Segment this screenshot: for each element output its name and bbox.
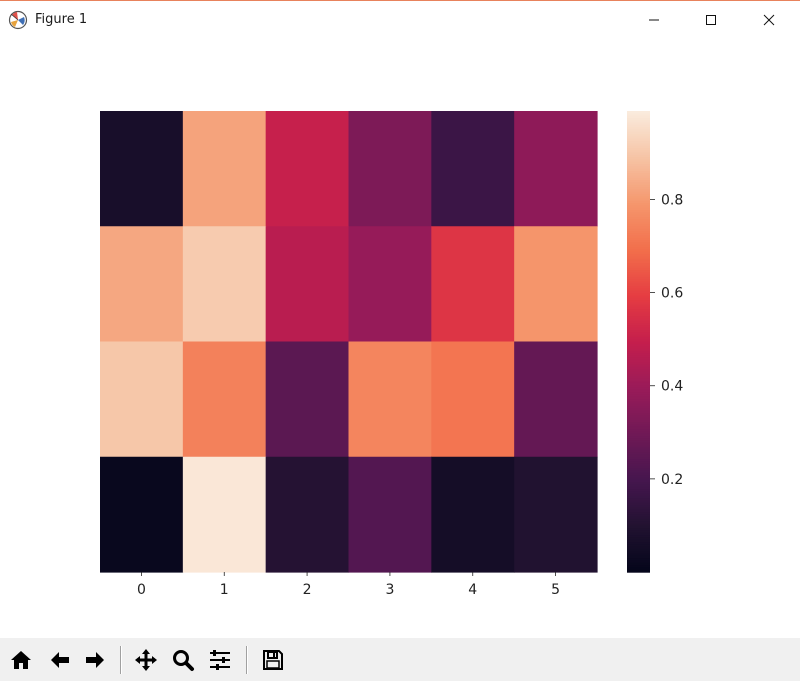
magnifier-icon (173, 650, 194, 671)
figure-canvas[interactable]: 0 1 2 3 4 5 0.2 0.4 0.6 0.8 (0, 38, 800, 638)
heatmap-cell (182, 226, 267, 343)
minimize-icon (649, 19, 659, 21)
heatmap-cell (431, 456, 515, 573)
forward-button[interactable] (80, 645, 110, 675)
colorbar-segment (627, 569, 650, 573)
home-button[interactable] (6, 645, 36, 675)
sliders-icon (210, 650, 230, 670)
maximize-button[interactable] (688, 1, 734, 39)
heatmap-cell (514, 341, 598, 458)
arrow-right-icon (86, 652, 104, 668)
maximize-icon (706, 15, 716, 25)
colorbar-tick-label: 0.2 (661, 472, 683, 488)
colorbar-tick-label: 0.8 (661, 192, 683, 208)
x-tick-label: 2 (303, 582, 312, 598)
heatmap-cell (265, 226, 350, 343)
close-icon (763, 14, 775, 26)
window-title: Figure 1 (35, 12, 88, 27)
back-button[interactable] (45, 645, 75, 675)
heatmap-cell (348, 456, 432, 573)
heatmap-cell (348, 226, 432, 343)
navigation-toolbar (0, 638, 800, 681)
toolbar-separator (246, 646, 248, 674)
floppy-disk-icon (263, 650, 283, 670)
heatmap-cell (100, 341, 184, 458)
x-tick-label: 4 (468, 582, 477, 598)
heatmap-cell (265, 456, 350, 573)
matplotlib-logo-icon (8, 10, 28, 30)
heatmap-cell (431, 226, 515, 343)
arrow-left-icon (51, 652, 69, 668)
heatmap-cell (100, 456, 184, 573)
heatmap-cell (265, 341, 350, 458)
heatmap-cell (182, 341, 267, 458)
x-tick-label: 5 (551, 582, 560, 598)
heatmap-cell (265, 111, 350, 227)
toolbar-separator (120, 646, 122, 674)
x-tick-label: 1 (220, 582, 229, 598)
move-arrows-icon (135, 649, 157, 671)
heatmap-cell (182, 111, 267, 227)
heatmap-cell (100, 226, 184, 343)
save-button[interactable] (258, 645, 288, 675)
heatmap-cell (514, 111, 598, 227)
heatmap-cell (348, 341, 432, 458)
heatmap-cell (431, 341, 515, 458)
colorbar-tick-label: 0.6 (661, 286, 683, 302)
heatmap-cell (182, 456, 267, 573)
heatmap-cell (514, 226, 598, 343)
minimize-button[interactable] (631, 1, 677, 39)
zoom-button[interactable] (168, 645, 198, 675)
heatmap-cell (431, 111, 515, 227)
heatmap-cell (514, 456, 598, 573)
home-icon (11, 651, 31, 669)
x-tick-label: 3 (385, 582, 394, 598)
heatmap-cell (348, 111, 432, 227)
heatmap-chart: 0 1 2 3 4 5 0.2 0.4 0.6 0.8 (100, 111, 683, 598)
close-button[interactable] (746, 1, 792, 39)
pan-button[interactable] (131, 645, 161, 675)
window-titlebar: Figure 1 (0, 0, 800, 38)
x-tick-label: 0 (137, 582, 146, 598)
heatmap-cell (100, 111, 184, 227)
colorbar-tick-label: 0.4 (661, 379, 683, 395)
configure-subplots-button[interactable] (205, 645, 235, 675)
